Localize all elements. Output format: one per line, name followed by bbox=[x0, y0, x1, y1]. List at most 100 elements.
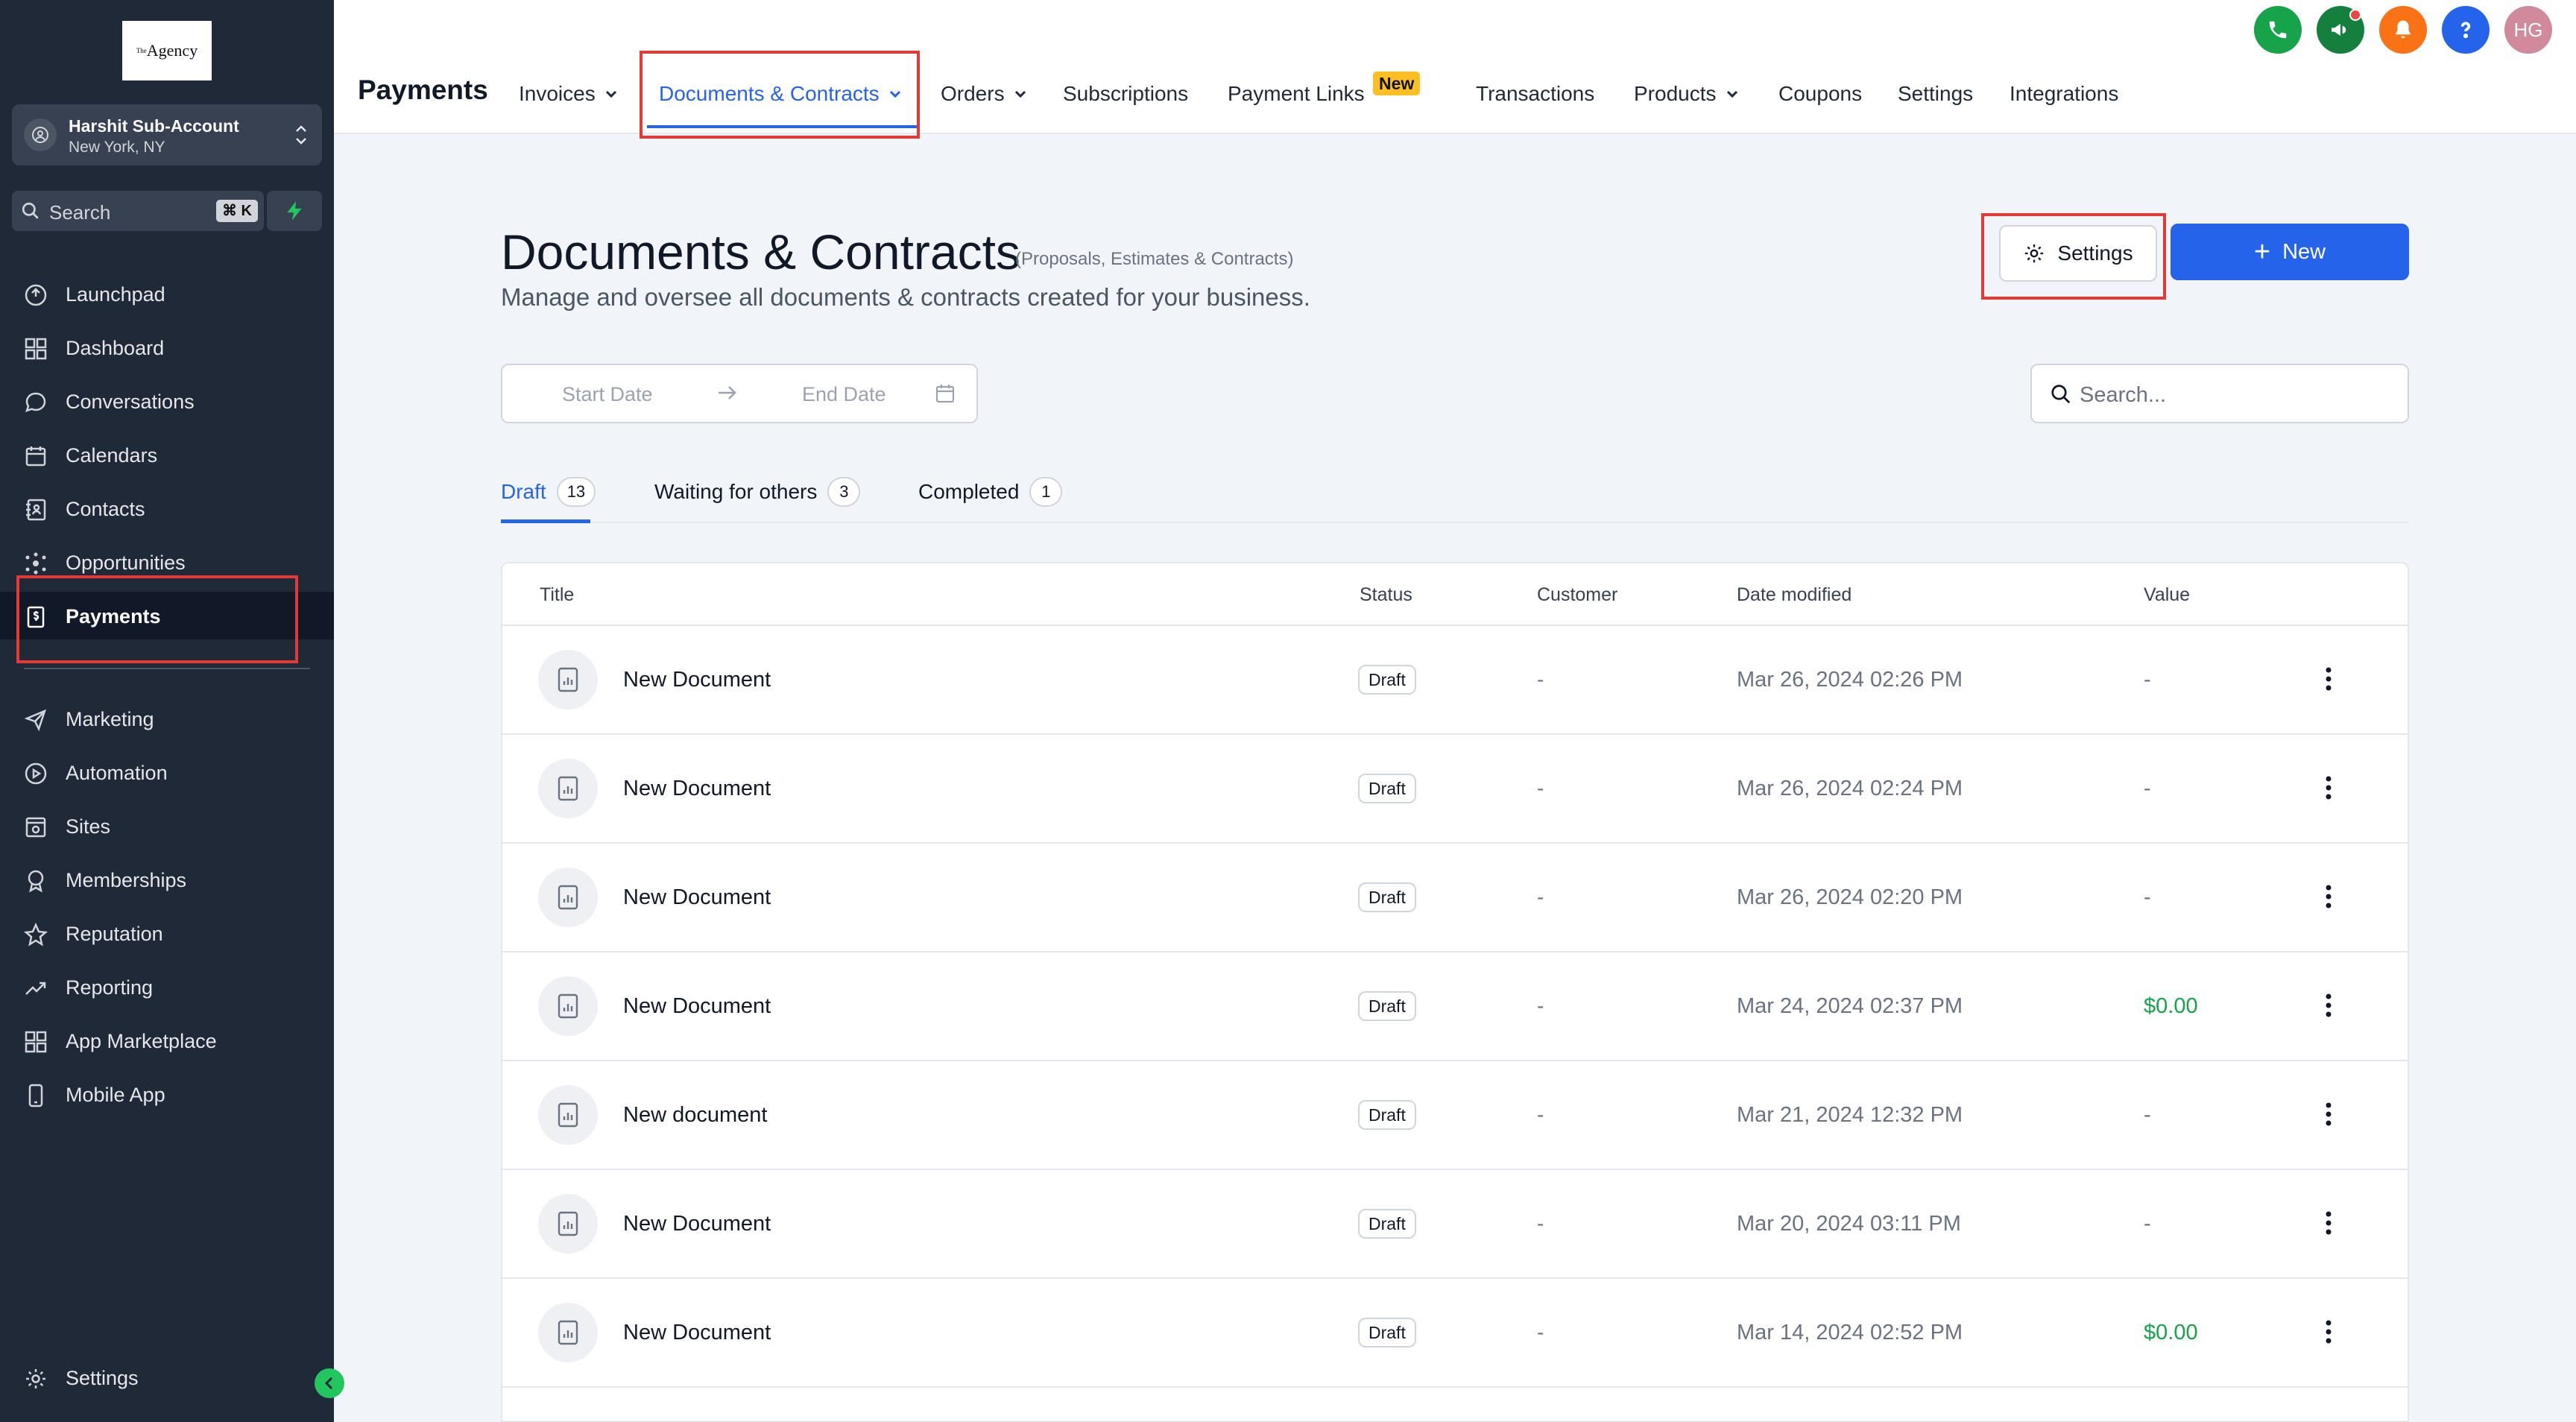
sidebar-item-mobile-app[interactable]: Mobile App bbox=[0, 1070, 334, 1118]
sidebar-item-memberships[interactable]: Memberships bbox=[0, 856, 334, 903]
sidebar-item-opportunities[interactable]: Opportunities bbox=[0, 538, 334, 586]
subtab-draft[interactable]: Draft 13 bbox=[501, 477, 596, 507]
notifications-button[interactable] bbox=[2379, 6, 2427, 54]
gear-icon bbox=[2023, 242, 2045, 265]
tab-integrations[interactable]: Integrations bbox=[2010, 82, 2118, 106]
documents-search-input[interactable]: Search... bbox=[2030, 364, 2409, 423]
sidebar-item-sites[interactable]: Sites bbox=[0, 802, 334, 850]
table-row[interactable]: New documentDraft-Mar 21, 2024 12:32 PM- bbox=[502, 1061, 2408, 1170]
document-title[interactable]: New Document bbox=[623, 668, 771, 692]
document-icon bbox=[538, 650, 598, 710]
table-row[interactable]: New DocumentDraft-Mar 14, 2024 02:52 PM$… bbox=[502, 1279, 2408, 1388]
row-actions-button[interactable] bbox=[2315, 1313, 2342, 1350]
user-avatar[interactable]: HG bbox=[2504, 6, 2552, 54]
document-chart-icon bbox=[556, 1319, 580, 1346]
conversations-icon bbox=[24, 391, 48, 414]
document-chart-icon bbox=[556, 993, 580, 1020]
table-row[interactable]: New DocumentDraft-Mar 20, 2024 03:11 PM- bbox=[502, 1170, 2408, 1279]
sidebar-item-automation[interactable]: Automation bbox=[0, 748, 334, 796]
table-row[interactable]: New DocumentDraft-Mar 26, 2024 02:24 PM- bbox=[502, 735, 2408, 844]
row-actions-button[interactable] bbox=[2315, 769, 2342, 806]
customer-cell: - bbox=[1537, 994, 1544, 1018]
document-title[interactable]: New Document bbox=[623, 885, 771, 910]
sidebar-item-launchpad[interactable]: Launchpad bbox=[0, 270, 334, 317]
tab-products[interactable]: Products bbox=[1634, 82, 1739, 106]
count-badge: 1 bbox=[1029, 477, 1062, 507]
start-date-input[interactable]: Start Date bbox=[562, 383, 653, 406]
document-icon bbox=[538, 1085, 598, 1145]
sidebar-item-calendars[interactable]: Calendars bbox=[0, 431, 334, 478]
table-row[interactable]: New DocumentDraft-Mar 26, 2024 02:20 PM- bbox=[502, 844, 2408, 952]
document-title[interactable]: New Document bbox=[623, 1212, 771, 1236]
column-header[interactable]: Customer bbox=[1537, 584, 1617, 606]
documents-settings-button[interactable]: Settings bbox=[1999, 225, 2157, 282]
column-header[interactable]: Title bbox=[540, 584, 574, 606]
end-date-input[interactable]: End Date bbox=[802, 383, 886, 406]
tab-label: Invoices bbox=[519, 82, 596, 106]
search-shortcut: ⌘ K bbox=[216, 200, 258, 222]
help-icon bbox=[2455, 19, 2477, 41]
sidebar-item-dashboard[interactable]: Dashboard bbox=[0, 323, 334, 371]
tab-coupons[interactable]: Coupons bbox=[1778, 82, 1862, 106]
column-header[interactable]: Date modified bbox=[1737, 584, 1852, 606]
tab-subscriptions[interactable]: Subscriptions bbox=[1063, 82, 1188, 106]
sidebar-item-marketing[interactable]: Marketing bbox=[0, 695, 334, 742]
announcements-button[interactable] bbox=[2317, 6, 2364, 54]
table-row[interactable]: New DocumentDraft-Mar 26, 2024 02:26 PM- bbox=[502, 626, 2408, 735]
document-icon bbox=[538, 759, 598, 818]
tab-settings[interactable]: Settings bbox=[1898, 82, 1973, 106]
phone-button[interactable] bbox=[2254, 6, 2302, 54]
sidebar-item-reputation[interactable]: Reputation bbox=[0, 909, 334, 957]
tab-transactions[interactable]: Transactions bbox=[1476, 82, 1594, 106]
memberships-icon bbox=[24, 869, 48, 893]
account-switcher[interactable]: Harshit Sub-Account New York, NY bbox=[12, 104, 322, 165]
row-actions-button[interactable] bbox=[2315, 1096, 2342, 1133]
document-title[interactable]: New document bbox=[623, 1103, 767, 1128]
column-header[interactable]: Status bbox=[1360, 584, 1412, 606]
document-chart-icon bbox=[556, 1210, 580, 1237]
more-vertical-icon bbox=[2325, 775, 2332, 800]
table-row[interactable]: New DocumentDraft-Mar 24, 2024 02:37 PM$… bbox=[502, 952, 2408, 1061]
help-button[interactable] bbox=[2442, 6, 2490, 54]
page-subtitle: (Proposals, Estimates & Contracts) bbox=[1015, 249, 1293, 270]
document-title[interactable]: New Document bbox=[623, 994, 771, 1019]
sidebar-item-settings[interactable]: Settings bbox=[0, 1353, 334, 1401]
sidebar-search[interactable]: Search ⌘ K bbox=[12, 191, 264, 231]
quick-actions-button[interactable] bbox=[267, 191, 322, 231]
document-title[interactable]: New Document bbox=[623, 1321, 771, 1345]
new-document-button[interactable]: + New bbox=[2171, 224, 2409, 280]
sidebar-item-payments[interactable]: Payments bbox=[0, 592, 334, 639]
status-badge: Draft bbox=[1358, 882, 1416, 912]
row-actions-button[interactable] bbox=[2315, 660, 2342, 698]
tab-invoices[interactable]: Invoices bbox=[519, 82, 618, 106]
row-actions-button[interactable] bbox=[2315, 878, 2342, 915]
tab-payment-links[interactable]: Payment Links bbox=[1228, 82, 1365, 106]
date-modified-cell: Mar 26, 2024 02:20 PM bbox=[1737, 885, 1963, 910]
logo-prefix: The bbox=[136, 47, 147, 54]
tab-label: Transactions bbox=[1476, 82, 1594, 106]
sidebar-item-conversations[interactable]: Conversations bbox=[0, 377, 334, 425]
top-navigation: Payments Invoices Documents & Contracts … bbox=[334, 0, 2576, 134]
agency-logo[interactable]: TheAgency bbox=[122, 21, 212, 80]
column-header[interactable]: Value bbox=[2144, 584, 2190, 606]
dashboard-icon bbox=[24, 337, 48, 361]
date-range-picker[interactable]: Start Date End Date bbox=[501, 364, 978, 423]
count-badge: 13 bbox=[557, 477, 596, 507]
tab-label: Settings bbox=[1898, 82, 1973, 106]
row-actions-button[interactable] bbox=[2315, 987, 2342, 1024]
sidebar-item-contacts[interactable]: Contacts bbox=[0, 484, 334, 532]
tab-documents-contracts[interactable]: Documents & Contracts bbox=[659, 82, 902, 106]
subtab-waiting-for-others[interactable]: Waiting for others 3 bbox=[654, 477, 860, 507]
document-chart-icon bbox=[556, 884, 580, 911]
subtab-completed[interactable]: Completed 1 bbox=[918, 477, 1062, 507]
sidebar-item-app-marketplace[interactable]: App Marketplace bbox=[0, 1017, 334, 1064]
row-actions-button[interactable] bbox=[2315, 1204, 2342, 1242]
document-title[interactable]: New Document bbox=[623, 777, 771, 801]
customer-cell: - bbox=[1537, 668, 1544, 692]
tab-orders[interactable]: Orders bbox=[941, 82, 1027, 106]
sidebar-item-reporting[interactable]: Reporting bbox=[0, 963, 334, 1011]
arrow-right-icon bbox=[716, 382, 738, 404]
document-icon bbox=[538, 1303, 598, 1362]
tab-label: Coupons bbox=[1778, 82, 1862, 106]
collapse-sidebar-button[interactable] bbox=[315, 1368, 344, 1398]
